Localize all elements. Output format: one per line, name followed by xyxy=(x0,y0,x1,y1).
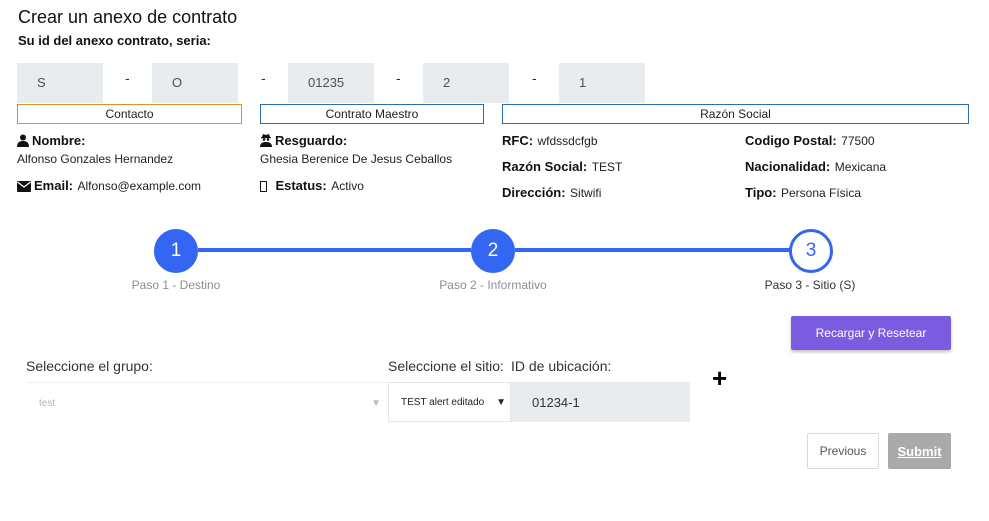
razon-social-row: Razón Social: TEST xyxy=(502,158,622,176)
page-title: Crear un anexo de contrato xyxy=(18,7,238,27)
email-row: Email: Alfonso@example.com xyxy=(17,177,201,197)
dropdown-arrow-icon: ▼ xyxy=(371,398,381,409)
email-label: Email: xyxy=(34,178,74,193)
user-secret-icon xyxy=(260,134,272,152)
direccion-row: Dirección: Sitwifi xyxy=(502,184,601,202)
estatus-label: Estatus: xyxy=(275,178,327,193)
sitio-select-value: TEST alert editado xyxy=(401,397,485,408)
codigo-postal-label: Codigo Postal: xyxy=(745,133,837,148)
nombre-value: Alfonso Gonzales Hernandez xyxy=(17,152,174,166)
grupo-select-value: test xyxy=(39,398,56,409)
user-icon xyxy=(17,134,29,152)
nombre-row: Nombre: xyxy=(17,132,85,152)
tipo-label: Tipo: xyxy=(745,185,777,200)
section-contrato-header: Contrato Maestro xyxy=(260,104,484,124)
section-contacto-header: Contacto xyxy=(17,104,242,124)
id-separator: - xyxy=(125,70,130,86)
grupo-label: Seleccione el grupo: xyxy=(26,358,153,374)
direccion-value: Sitwifi xyxy=(570,186,602,200)
id-part-1: S xyxy=(17,63,103,103)
nacionalidad-value: Mexicana xyxy=(834,160,887,174)
tipo-value: Persona Física xyxy=(780,186,862,200)
razon-social-label: Razón Social: xyxy=(502,159,588,174)
dropdown-arrow-icon: ▼ xyxy=(496,397,506,408)
id-part-4: 2 xyxy=(423,63,509,103)
reload-reset-button[interactable]: Recargar y Resetear xyxy=(791,316,951,350)
step-1-circle[interactable]: 1 xyxy=(154,229,198,273)
nombre-label: Nombre: xyxy=(32,133,86,148)
id-part-2: O xyxy=(152,63,238,103)
resguardo-label: Resguardo: xyxy=(275,133,348,148)
stepper-connector xyxy=(198,248,471,252)
step-2-label: Paso 2 - Informativo xyxy=(439,278,547,292)
grupo-select[interactable]: test ▼ xyxy=(26,382,387,422)
resguardo-row: Resguardo: xyxy=(260,132,347,152)
id-separator: - xyxy=(396,70,401,86)
ubicacion-label: ID de ubicación: xyxy=(511,358,612,374)
step-1-label: Paso 1 - Destino xyxy=(131,278,221,292)
tipo-row: Tipo: Persona Física xyxy=(745,184,861,202)
estatus-value: Activo xyxy=(331,179,364,193)
nacionalidad-row: Nacionalidad: Mexicana xyxy=(745,158,886,176)
submit-button[interactable]: Submit xyxy=(888,433,951,469)
id-separator: - xyxy=(261,70,266,86)
codigo-postal-row: Codigo Postal: 77500 xyxy=(745,132,875,150)
rfc-value: wfdssdcfgb xyxy=(537,134,598,148)
step-3-circle[interactable]: 3 xyxy=(789,229,833,273)
step-3-label: Paso 3 - Sitio (S) xyxy=(764,278,856,292)
sitio-select[interactable]: TEST alert editado ▼ xyxy=(388,382,511,422)
sitio-label: Seleccione el sitio: xyxy=(388,358,504,374)
id-subtitle: Su id del anexo contrato, seria: xyxy=(18,33,211,48)
ubicacion-field[interactable]: 01234-1 xyxy=(511,382,690,422)
rfc-row: RFC: wfdssdcfgb xyxy=(502,132,598,150)
add-icon[interactable]: + xyxy=(712,364,727,392)
estatus-row: Estatus: Activo xyxy=(260,177,364,197)
step-2-circle[interactable]: 2 xyxy=(471,229,515,273)
resguardo-value: Ghesia Berenice De Jesus Ceballos xyxy=(260,152,453,166)
envelope-icon xyxy=(17,179,31,197)
id-part-3: 01235 xyxy=(288,63,374,103)
status-icon xyxy=(260,179,268,197)
stepper-connector xyxy=(515,248,791,252)
section-razon-header: Razón Social xyxy=(502,104,969,124)
id-separator: - xyxy=(532,70,537,86)
rfc-label: RFC: xyxy=(502,133,534,148)
razon-social-value: TEST xyxy=(591,160,623,174)
nacionalidad-label: Nacionalidad: xyxy=(745,159,831,174)
codigo-postal-value: 77500 xyxy=(841,134,875,148)
id-part-5: 1 xyxy=(559,63,645,103)
direccion-label: Dirección: xyxy=(502,185,566,200)
email-value: Alfonso@example.com xyxy=(77,179,202,193)
previous-button[interactable]: Previous xyxy=(807,433,879,469)
